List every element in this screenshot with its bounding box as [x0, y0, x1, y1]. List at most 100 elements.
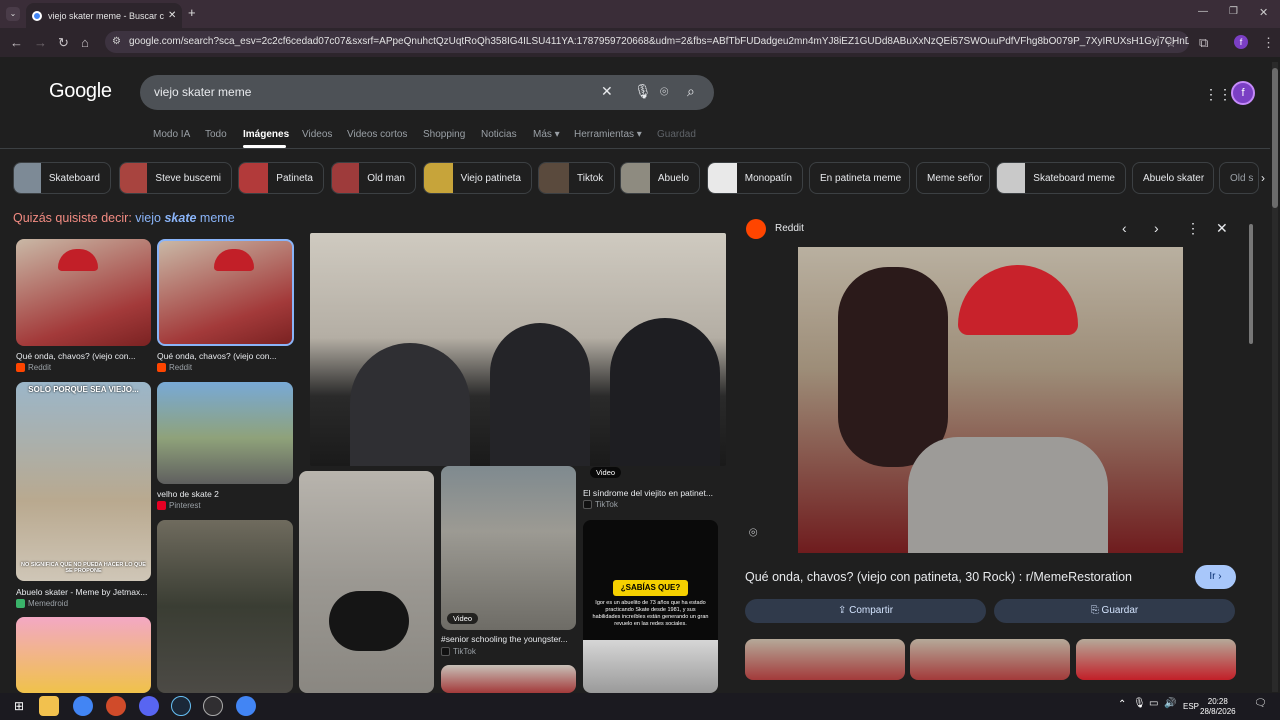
- back-icon[interactable]: ←: [10, 35, 23, 50]
- result-caption[interactable]: Qué onda, chavos? (viejo con...: [157, 351, 292, 361]
- tab-imagenes[interactable]: Imágenes: [243, 129, 289, 140]
- more-options-icon[interactable]: ⋮: [1186, 220, 1200, 237]
- tray-chevron-icon[interactable]: ⌃: [1118, 699, 1126, 710]
- search-input[interactable]: viejo skater meme: [154, 85, 251, 99]
- result-caption[interactable]: El síndrome del viejito en patinet...: [583, 488, 718, 498]
- close-window-button[interactable]: ✕: [1259, 6, 1268, 19]
- minimize-button[interactable]: —: [1198, 6, 1208, 17]
- chip-steve-buscemi[interactable]: Steve buscemi: [119, 162, 232, 194]
- image-result-hover-preview[interactable]: [310, 233, 726, 466]
- lens-icon[interactable]: ⌾: [749, 524, 757, 541]
- chip-abuelo[interactable]: Abuelo: [620, 162, 700, 194]
- bookmark-star-icon[interactable]: ☆: [1165, 35, 1177, 51]
- image-result-trees[interactable]: [157, 520, 293, 693]
- result-caption[interactable]: Qué onda, chavos? (viejo con...: [16, 351, 151, 361]
- browser-menu-icon[interactable]: ⋮: [1262, 35, 1275, 51]
- microphone-icon[interactable]: 🎙: [1133, 698, 1146, 709]
- related-image-3[interactable]: [1076, 639, 1236, 680]
- chip-meme-senor[interactable]: Meme señor: [916, 162, 990, 194]
- chip-tiktok[interactable]: Tiktok: [538, 162, 615, 194]
- next-icon[interactable]: ›: [1154, 220, 1159, 236]
- taskbar-clock[interactable]: 20:28 28/8/2026: [1200, 697, 1236, 717]
- image-result-1[interactable]: [16, 239, 151, 346]
- tab-herramientas[interactable]: Herramientas ▾: [574, 129, 642, 140]
- panel-source[interactable]: Reddit: [775, 223, 804, 234]
- chip-patineta[interactable]: Patineta: [238, 162, 324, 194]
- close-panel-icon[interactable]: ✕: [1216, 220, 1228, 237]
- google-apps-icon[interactable]: ⋮⋮: [1204, 86, 1232, 103]
- chip-old-man[interactable]: Old man: [331, 162, 416, 194]
- result-source[interactable]: Memedroid: [16, 599, 68, 609]
- account-avatar[interactable]: f: [1231, 81, 1255, 105]
- chip-old-s[interactable]: Old s: [1219, 162, 1259, 194]
- related-image-1[interactable]: [745, 639, 905, 680]
- restore-button[interactable]: ❐: [1229, 6, 1238, 17]
- image-result-fallen[interactable]: [299, 471, 434, 693]
- go-button[interactable]: Ir ›: [1195, 565, 1236, 589]
- chip-viejo-patineta[interactable]: Viejo patineta: [423, 162, 532, 194]
- result-caption[interactable]: Abuelo skater - Meme by Jetmax...: [16, 587, 151, 597]
- home-icon[interactable]: ⌂: [81, 35, 89, 50]
- image-result-meme[interactable]: SOLO PORQUE SEA VIEJO... NO SIGNIFICA QU…: [16, 382, 151, 581]
- share-button[interactable]: ⇪ Compartir: [745, 599, 986, 623]
- chip-skateboard-meme[interactable]: Skateboard meme: [996, 162, 1126, 194]
- result-caption[interactable]: #senior schooling the youngster...: [441, 634, 576, 644]
- network-icon[interactable]: ▭: [1149, 698, 1158, 709]
- chips-next-icon[interactable]: ›: [1261, 171, 1265, 185]
- panel-scrollbar[interactable]: [1249, 224, 1253, 344]
- result-source[interactable]: Reddit: [157, 363, 192, 373]
- prev-icon[interactable]: ‹: [1122, 220, 1127, 236]
- tab-mas[interactable]: Más ▾: [533, 129, 560, 140]
- browser-profile-avatar[interactable]: f: [1234, 35, 1248, 49]
- image-result-sabias-que[interactable]: ¿SABÍAS QUE? Igor es un abuelito de 73 a…: [583, 520, 718, 693]
- search-box[interactable]: viejo skater meme ✕ 🎙 ⌾ ⌕: [140, 75, 714, 110]
- file-explorer-icon[interactable]: [39, 696, 59, 716]
- app-icon[interactable]: [106, 696, 126, 716]
- voice-search-icon[interactable]: 🎙: [634, 83, 652, 100]
- google-logo[interactable]: Google: [49, 80, 112, 103]
- chrome-active-icon[interactable]: [236, 696, 256, 716]
- search-icon[interactable]: ⌕: [687, 83, 695, 100]
- tab-close-icon[interactable]: ✕: [168, 10, 176, 21]
- lens-search-icon[interactable]: ⌾: [660, 83, 668, 100]
- panel-title[interactable]: Qué onda, chavos? (viejo con patineta, 3…: [745, 570, 1132, 584]
- clear-search-icon[interactable]: ✕: [601, 83, 613, 100]
- windows-start-icon[interactable]: ⊞: [9, 696, 29, 716]
- image-result-cartoon[interactable]: [16, 617, 151, 693]
- notification-icon[interactable]: 🗨: [1254, 698, 1267, 709]
- input-language[interactable]: ESP: [1183, 702, 1199, 711]
- tab-guardado[interactable]: Guardad: [657, 129, 696, 140]
- tab-videos[interactable]: Videos: [302, 129, 332, 140]
- did-you-mean-link[interactable]: viejo skate meme: [135, 211, 234, 225]
- new-tab-button[interactable]: +: [188, 5, 196, 20]
- result-source[interactable]: Reddit: [16, 363, 51, 373]
- image-result-bottom-tile[interactable]: [441, 665, 576, 693]
- page-scrollbar-thumb[interactable]: [1272, 68, 1278, 208]
- address-bar[interactable]: google.com/search?sca_esv=2c2cf6cedad07c…: [105, 31, 1189, 53]
- obs-icon[interactable]: [203, 696, 223, 716]
- chip-skateboard[interactable]: Skateboard: [13, 162, 111, 194]
- image-result-2[interactable]: [157, 239, 294, 346]
- chip-monopatin[interactable]: Monopatín: [707, 162, 803, 194]
- result-source[interactable]: TikTok: [583, 500, 618, 510]
- tab-videos-cortos[interactable]: Videos cortos: [347, 129, 407, 140]
- tab-modo-ia[interactable]: Modo IA: [153, 129, 190, 140]
- tab-shopping[interactable]: Shopping: [423, 129, 465, 140]
- chip-en-patineta-meme[interactable]: En patineta meme: [809, 162, 910, 194]
- extensions-icon[interactable]: ⧉: [1199, 35, 1208, 51]
- browser-tab[interactable]: viejo skater meme - Buscar con Google ✕: [26, 3, 182, 28]
- steam-icon[interactable]: [171, 696, 191, 716]
- tab-noticias[interactable]: Noticias: [481, 129, 517, 140]
- reload-icon[interactable]: ↻: [58, 35, 69, 51]
- related-image-2[interactable]: [910, 639, 1070, 680]
- result-source[interactable]: TikTok: [441, 647, 476, 657]
- chrome-icon[interactable]: [73, 696, 93, 716]
- volume-icon[interactable]: 🔊: [1164, 698, 1176, 709]
- preview-main-image[interactable]: [798, 247, 1183, 553]
- discord-icon[interactable]: [139, 696, 159, 716]
- chip-abuelo-skater[interactable]: Abuelo skater: [1132, 162, 1214, 194]
- result-source[interactable]: Pinterest: [157, 501, 201, 511]
- image-result-skatepark[interactable]: [441, 466, 576, 630]
- image-result-velho[interactable]: [157, 382, 293, 484]
- save-button[interactable]: ⎘ Guardar: [994, 599, 1235, 623]
